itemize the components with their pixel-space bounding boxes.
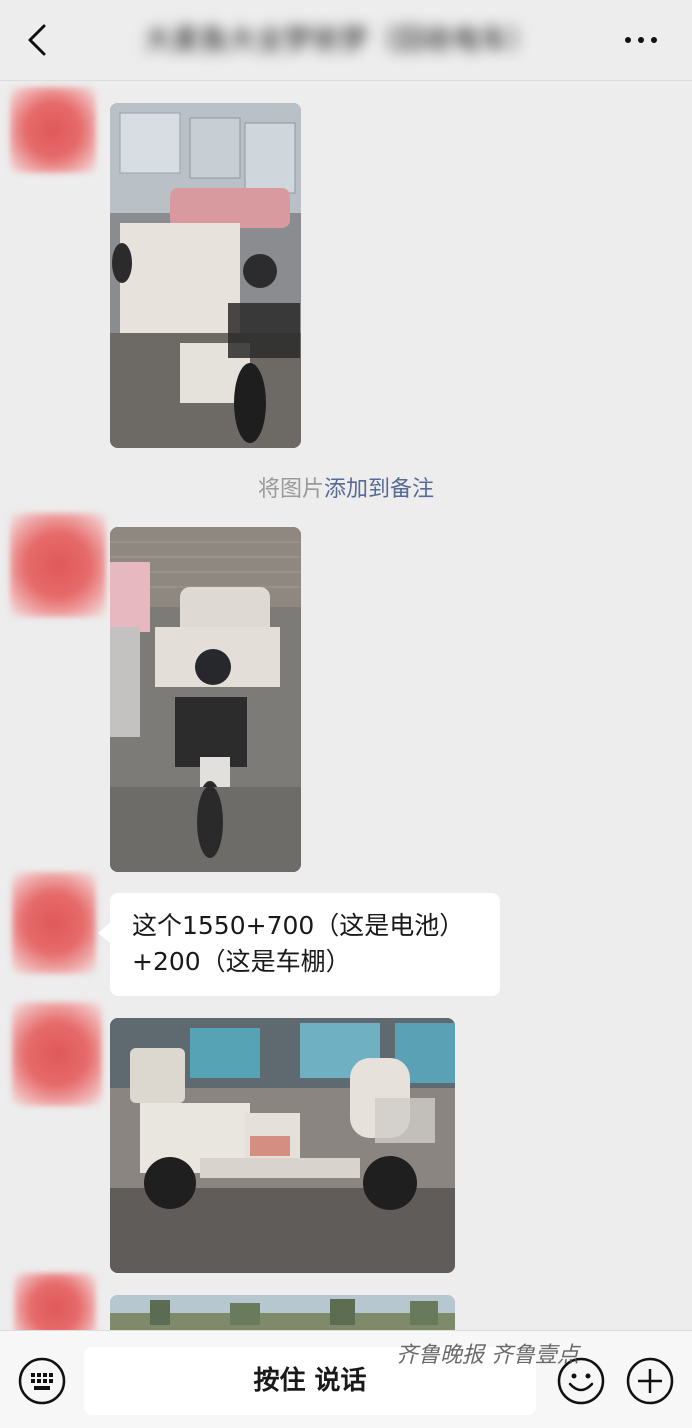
avatar[interactable] bbox=[12, 872, 96, 974]
hint-prefix: 将图片 bbox=[257, 477, 324, 502]
chevron-left-icon[interactable] bbox=[20, 22, 56, 58]
chat-image-tricycle-3[interactable] bbox=[110, 1018, 455, 1273]
bubble-tail bbox=[98, 923, 110, 943]
chat-image-partial[interactable] bbox=[110, 1295, 455, 1331]
message-line-1: 这个1550+700（这是电池） bbox=[132, 911, 465, 940]
watermark: 齐鲁晚报 齐鲁壹点 bbox=[396, 1343, 579, 1368]
chat-image-tricycle-1[interactable] bbox=[110, 103, 301, 448]
avatar[interactable] bbox=[12, 1002, 102, 1106]
add-to-note-link[interactable]: 添加到备注 bbox=[324, 477, 434, 502]
chat-title: 大麦鱼大全梦依梦（回收电车） bbox=[143, 23, 536, 56]
avatar[interactable] bbox=[10, 513, 106, 617]
message-line-2: +200（这是车棚） bbox=[132, 947, 351, 976]
keyboard-icon[interactable] bbox=[17, 1356, 67, 1406]
text-message-bubble[interactable]: 这个1550+700（这是电池） +200（这是车棚） bbox=[98, 893, 500, 996]
chat-image-tricycle-2[interactable] bbox=[110, 527, 301, 872]
avatar[interactable] bbox=[10, 87, 96, 173]
ellipsis-icon[interactable] bbox=[616, 24, 666, 56]
add-to-note-hint: 将图片添加到备注 bbox=[0, 476, 692, 504]
chat-header: 大麦鱼大全梦依梦（回收电车） bbox=[0, 0, 692, 81]
